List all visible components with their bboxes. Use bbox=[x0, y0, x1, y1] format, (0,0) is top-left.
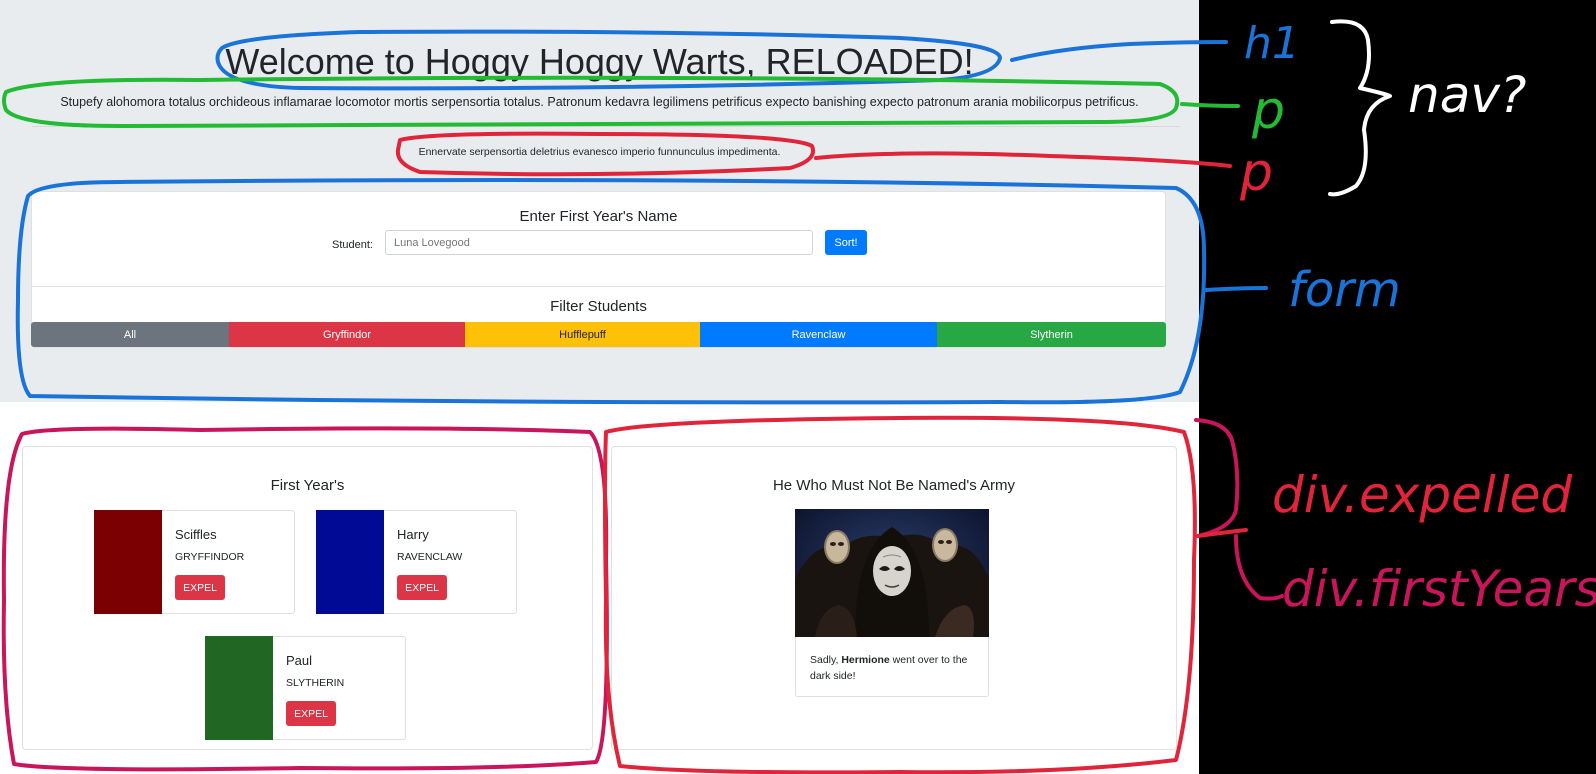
filter-gryffindor-button[interactable]: Gryffindor bbox=[229, 322, 465, 347]
label-form: form bbox=[1288, 262, 1401, 318]
expelled-student-card: Sadly, Hermione went over to the dark si… bbox=[795, 509, 989, 697]
filter-slytherin-button[interactable]: Slytherin bbox=[937, 322, 1166, 347]
student-input[interactable] bbox=[385, 230, 813, 255]
form-title: Enter First Year's Name bbox=[519, 208, 678, 225]
student-card: Sciffles GRYFFINDOR EXPEL bbox=[94, 510, 295, 614]
first-years-card: First Year's Sciffles GRYFFINDOR EXPEL H… bbox=[22, 446, 593, 750]
student-label: Student: bbox=[332, 239, 373, 251]
student-card: Harry RAVENCLAW EXPEL bbox=[316, 510, 517, 614]
expelled-student-name: Hermione bbox=[841, 654, 890, 666]
label-expelled: div.expelled bbox=[1272, 466, 1572, 524]
label-nav: nav? bbox=[1408, 66, 1526, 124]
divs-brace-mid bbox=[1196, 528, 1248, 538]
army-title: He Who Must Not Be Named's Army bbox=[772, 477, 1016, 494]
nav-brace bbox=[1328, 19, 1392, 197]
sort-button[interactable]: Sort! bbox=[825, 230, 867, 255]
first-years-title: First Year's bbox=[270, 477, 345, 494]
form-connector bbox=[1204, 286, 1268, 292]
filter-hufflepuff-button[interactable]: Hufflepuff bbox=[465, 322, 700, 347]
form-divider bbox=[32, 286, 1165, 287]
army-card: He Who Must Not Be Named's Army Sadly, H… bbox=[611, 446, 1177, 750]
student-card: Paul SLYTHERIN EXPEL bbox=[205, 636, 406, 740]
label-p1: p bbox=[1251, 81, 1285, 141]
filter-ravenclaw-button[interactable]: Ravenclaw bbox=[700, 322, 937, 347]
expelled-message: Sadly, Hermione went over to the dark si… bbox=[810, 654, 968, 682]
page-title: Welcome to Hoggy Hoggy Warts, RELOADED! bbox=[225, 41, 974, 82]
expel-button[interactable]: EXPEL bbox=[286, 701, 336, 726]
student-house: GRYFFINDOR bbox=[175, 551, 245, 563]
label-p2: p bbox=[1239, 143, 1273, 203]
sub-paragraph: Ennervate serpensortia deletrius evanesc… bbox=[418, 146, 781, 158]
student-name: Harry bbox=[397, 527, 429, 542]
student-name: Sciffles bbox=[175, 527, 217, 542]
expel-button[interactable]: EXPEL bbox=[397, 575, 447, 600]
filter-title: Filter Students bbox=[550, 298, 647, 315]
student-house: RAVENCLAW bbox=[397, 551, 463, 563]
jumbotron: Welcome to Hoggy Hoggy Warts, RELOADED! … bbox=[0, 0, 1199, 402]
house-color-swatch bbox=[205, 636, 273, 740]
filter-all-button[interactable]: All bbox=[31, 322, 229, 347]
label-h1: h1 bbox=[1244, 18, 1300, 69]
sort-form-card: Enter First Year's Name Student: Sort! F… bbox=[31, 191, 1166, 348]
student-house: SLYTHERIN bbox=[286, 677, 345, 689]
death-eaters-image bbox=[795, 509, 989, 637]
expel-button[interactable]: EXPEL bbox=[175, 575, 225, 600]
house-color-swatch bbox=[94, 510, 162, 614]
divs-brace bbox=[1194, 418, 1240, 538]
house-color-swatch bbox=[316, 510, 384, 614]
filter-button-group: All Gryffindor Hufflepuff Ravenclaw Slyt… bbox=[31, 322, 1166, 347]
webpage: Welcome to Hoggy Hoggy Warts, RELOADED! … bbox=[0, 0, 1199, 774]
divs-brace-lower bbox=[1234, 534, 1284, 601]
divider bbox=[32, 126, 1180, 127]
student-name: Paul bbox=[286, 653, 313, 668]
label-first-years: div.firstYears bbox=[1282, 560, 1596, 618]
lead-paragraph: Stupefy alohomora totalus orchideous inf… bbox=[60, 95, 1139, 109]
